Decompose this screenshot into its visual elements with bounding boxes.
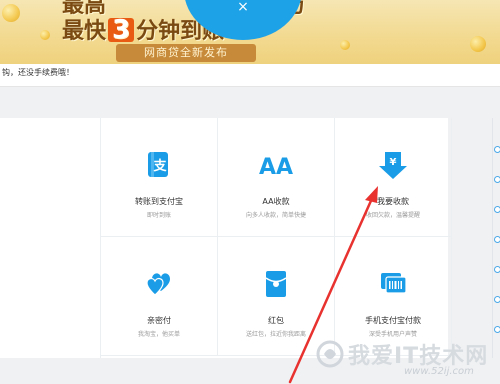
- banner-subtitle: 网商贷全新发布: [116, 44, 256, 62]
- coin-decoration: [40, 30, 50, 40]
- promo-banner[interactable]: 最高万 最快3分钟到账 网商贷全新发布 ×: [0, 0, 500, 64]
- red-envelope-icon: [218, 269, 334, 299]
- side-nav-dot[interactable]: [494, 146, 500, 153]
- grid-item-title: AA收款: [262, 197, 290, 206]
- side-divider: [492, 118, 493, 358]
- side-nav-dot[interactable]: [494, 296, 500, 303]
- headline-line1-left: 最高: [62, 0, 107, 18]
- hearts-icon: [101, 269, 217, 299]
- aa-icon: AA: [218, 150, 334, 180]
- grid-item-title: 转账到支付宝: [135, 197, 183, 206]
- grid-item-desc: 我淘宝，他买单: [137, 331, 180, 338]
- grid-item-aa[interactable]: AA AA收款 向多人收款，简单快捷: [218, 118, 335, 237]
- side-nav-dot[interactable]: [494, 236, 500, 243]
- grid-item-title: 手机支付宝付款: [365, 316, 421, 325]
- grid-item-desc: 深受手机用户声赞: [368, 331, 417, 338]
- watermark: 我爱IT技术网 www.52ij.com: [316, 338, 494, 384]
- service-grid: 支 转账到支付宝 即时到账 AA AA收款 向多人收款，简单快捷 ¥ 我要收款 …: [0, 118, 452, 358]
- headline-big-number: 3: [108, 17, 135, 43]
- side-nav-dot[interactable]: [494, 266, 500, 273]
- grid-item-receive[interactable]: ¥ 我要收款 收回欠款，温馨提醒: [335, 118, 452, 237]
- receive-money-icon: ¥: [335, 150, 451, 180]
- svg-text:AA: AA: [259, 155, 293, 180]
- grid-item-transfer[interactable]: 支 转账到支付宝 即时到账: [101, 118, 218, 237]
- grid-item-title: 红包: [268, 316, 284, 325]
- grid-item-title: 亲密付: [147, 316, 171, 325]
- mobile-pay-icon: [335, 269, 451, 299]
- svg-text:¥: ¥: [390, 157, 397, 168]
- watermark-url: www.52ij.com: [404, 366, 474, 377]
- coin-decoration: [470, 36, 486, 52]
- svg-text:支: 支: [152, 158, 167, 174]
- side-nav-dot[interactable]: [494, 326, 500, 333]
- grid-item-desc: 向多人收款，简单快捷: [245, 212, 306, 219]
- alipay-zhi-icon: 支: [101, 150, 217, 180]
- grid-item-desc: 即时到账: [146, 212, 171, 219]
- side-nav-dot[interactable]: [494, 176, 500, 183]
- side-nav-dot[interactable]: [494, 206, 500, 213]
- grid-item-desc: 收回欠款，温馨提醒: [365, 212, 420, 219]
- headline-line2-left: 最快: [62, 19, 107, 44]
- grid-item-title: 我要收款: [377, 197, 409, 206]
- grid-item-intimate-pay[interactable]: 亲密付 我淘宝，他买单: [101, 237, 218, 356]
- grid-item-desc: 送红包，拉近你我距离: [245, 331, 306, 338]
- close-icon[interactable]: ×: [236, 0, 250, 14]
- watermark-logo-icon: [316, 340, 344, 368]
- notice-bar: 钩，还没手续费哦！: [0, 64, 500, 87]
- coin-decoration: [2, 4, 20, 22]
